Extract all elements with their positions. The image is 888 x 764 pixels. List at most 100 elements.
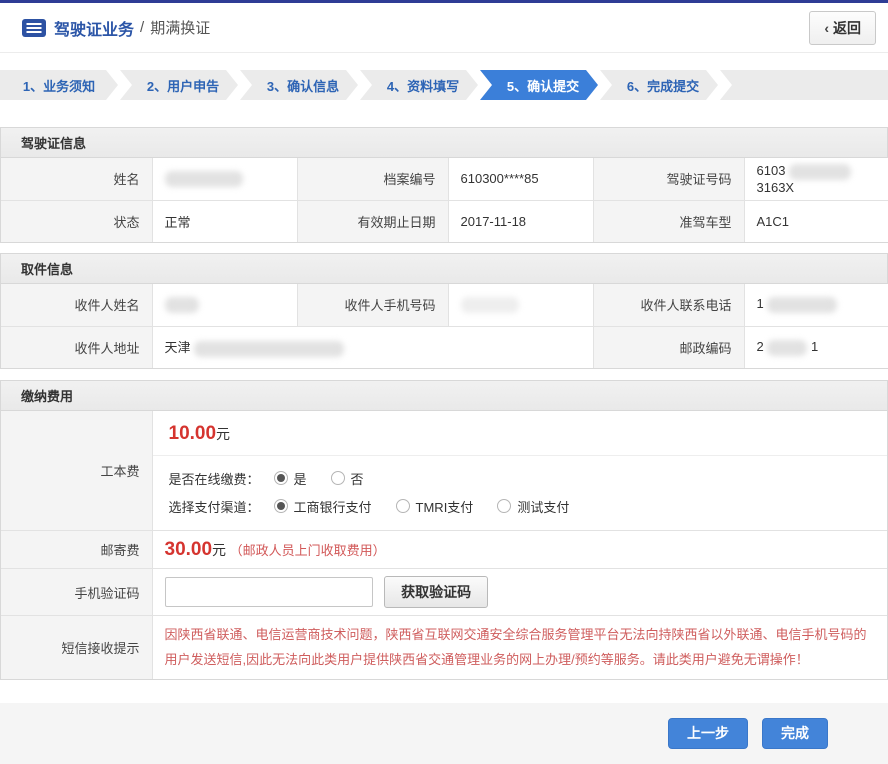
back-button-label: 返回: [833, 18, 861, 38]
license-no-prefix: 6103: [757, 163, 786, 178]
step-breadcrumb: 1、业务须知 2、用户申告 3、确认信息 4、资料填写 5、确认提交 6、完成提…: [0, 70, 888, 100]
masked-recipient-address: [194, 341, 344, 357]
radio-unchecked-icon[interactable]: [331, 471, 345, 485]
option-label: 测试支付: [517, 497, 569, 516]
previous-step-button[interactable]: 上一步: [668, 718, 748, 749]
payment-channel-option-icbc[interactable]: 工商银行支付: [274, 497, 372, 516]
step-4-fill-data[interactable]: 4、资料填写: [360, 70, 478, 100]
step-2-declaration[interactable]: 2、用户申告: [120, 70, 238, 100]
step-3-confirm-info[interactable]: 3、确认信息: [240, 70, 358, 100]
postage-fee-unit: 元: [212, 542, 226, 558]
production-fee-amount: 10.00: [169, 423, 217, 444]
postal-code-prefix: 2: [757, 339, 764, 354]
online-payment-option-yes[interactable]: 是: [274, 469, 307, 488]
vehicle-class-value: A1C1: [744, 200, 888, 242]
table-row: 手机验证码 获取验证码: [1, 569, 887, 616]
production-fee-cell: 10.00元 是否在线缴费： 是 否: [152, 411, 887, 531]
option-label: 是: [294, 469, 307, 488]
masked-recipient-phone: [767, 297, 837, 313]
name-value: [152, 158, 297, 200]
chevron-left-icon: ‹: [824, 20, 829, 36]
production-fee-unit: 元: [216, 426, 230, 442]
radio-checked-icon[interactable]: [274, 499, 288, 513]
recipient-phone-value: 1: [744, 284, 888, 326]
vehicle-class-label: 准驾车型: [593, 200, 744, 242]
file-no-value: 610300****85: [448, 158, 593, 200]
name-label: 姓名: [1, 158, 152, 200]
online-payment-question: 是否在线缴费：: [169, 469, 260, 488]
recipient-phone-prefix: 1: [757, 296, 764, 311]
step-6-complete[interactable]: 6、完成提交: [600, 70, 718, 100]
status-label: 状态: [1, 200, 152, 242]
license-no-suffix: 3163X: [757, 180, 795, 195]
page-header: 驾驶证业务 / 期满换证 ‹ 返回: [0, 3, 888, 53]
pickup-info-table: 收件人姓名 收件人手机号码 收件人联系电话 1 收件人地址 天津 邮政编码 2 …: [1, 284, 888, 368]
table-row: 邮寄费 30.00元 （邮政人员上门收取费用）: [1, 531, 887, 569]
production-fee-label: 工本费: [1, 411, 152, 531]
footer-bar: 上一步 完成: [0, 703, 888, 764]
license-info-section: 驾驶证信息 姓名 档案编号 610300****85 驾驶证号码 6103 31…: [0, 127, 888, 243]
recipient-address-prefix: 天津: [165, 340, 191, 355]
payment-channel-option-tmri[interactable]: TMRI支付: [396, 497, 474, 516]
postage-fee-note: （邮政人员上门收取费用）: [230, 543, 386, 558]
back-button[interactable]: ‹ 返回: [809, 11, 876, 45]
breadcrumb-subtitle: 期满换证: [150, 17, 210, 38]
breadcrumb-divider: /: [140, 19, 144, 36]
table-row: 收件人地址 天津 邮政编码 2 1: [1, 326, 888, 368]
page-title: 驾驶证业务: [54, 16, 134, 40]
recipient-phone-label: 收件人联系电话: [593, 284, 744, 326]
option-label: 工商银行支付: [294, 497, 372, 516]
sms-code-cell: 获取验证码: [152, 569, 887, 616]
fees-section: 缴纳费用 工本费 10.00元 是否在线缴费： 是: [0, 380, 888, 680]
recipient-address-value: 天津: [152, 326, 593, 368]
get-code-button[interactable]: 获取验证码: [384, 576, 488, 608]
option-label: TMRI支付: [416, 497, 474, 516]
finish-button[interactable]: 完成: [762, 718, 828, 749]
online-payment-row: 是否在线缴费： 是 否: [169, 464, 888, 492]
option-label: 否: [351, 469, 364, 488]
license-no-value: 6103 3163X: [744, 158, 888, 200]
license-info-table: 姓名 档案编号 610300****85 驾驶证号码 6103 3163X 状态…: [1, 158, 888, 242]
postal-code-label: 邮政编码: [593, 326, 744, 368]
step-5-confirm-submit[interactable]: 5、确认提交: [480, 70, 598, 100]
postage-fee-cell: 30.00元 （邮政人员上门收取费用）: [152, 531, 887, 569]
sms-notice-text: 因陕西省联通、电信运营商技术问题，陕西省互联网交通安全综合服务管理平台无法向持陕…: [165, 616, 888, 679]
sms-code-label: 手机验证码: [1, 569, 152, 616]
postage-fee-label: 邮寄费: [1, 531, 152, 569]
recipient-mobile-value: [448, 284, 593, 326]
postal-code-value: 2 1: [744, 326, 888, 368]
fees-section-title: 缴纳费用: [1, 381, 887, 411]
pickup-info-section: 取件信息 收件人姓名 收件人手机号码 收件人联系电话 1 收件人地址 天津 邮政…: [0, 253, 888, 369]
steps-filler: [720, 70, 888, 100]
sms-notice-cell: 因陕西省联通、电信运营商技术问题，陕西省互联网交通安全综合服务管理平台无法向持陕…: [152, 616, 887, 679]
license-no-label: 驾驶证号码: [593, 158, 744, 200]
payment-channel-question: 选择支付渠道：: [169, 497, 260, 516]
pickup-section-title: 取件信息: [1, 254, 887, 284]
status-value: 正常: [152, 200, 297, 242]
online-payment-option-no[interactable]: 否: [331, 469, 364, 488]
radio-unchecked-icon[interactable]: [497, 499, 511, 513]
sms-code-input[interactable]: [165, 577, 373, 607]
file-no-label: 档案编号: [297, 158, 448, 200]
postage-fee-amount: 30.00: [165, 539, 213, 560]
expiry-label: 有效期止日期: [297, 200, 448, 242]
recipient-name-value: [152, 284, 297, 326]
radio-unchecked-icon[interactable]: [396, 499, 410, 513]
table-row: 姓名 档案编号 610300****85 驾驶证号码 6103 3163X: [1, 158, 888, 200]
recipient-mobile-label: 收件人手机号码: [297, 284, 448, 326]
payment-channel-option-test[interactable]: 测试支付: [497, 497, 569, 516]
radio-checked-icon[interactable]: [274, 471, 288, 485]
recipient-name-label: 收件人姓名: [1, 284, 152, 326]
masked-name: [165, 171, 243, 187]
table-row: 收件人姓名 收件人手机号码 收件人联系电话 1: [1, 284, 888, 326]
step-1-notice[interactable]: 1、业务须知: [0, 70, 118, 100]
masked-postal-code: [767, 340, 807, 356]
payment-channel-row: 选择支付渠道： 工商银行支付 TMRI支付 测试支付: [169, 492, 888, 520]
license-section-title: 驾驶证信息: [1, 128, 887, 158]
expiry-value: 2017-11-18: [448, 200, 593, 242]
masked-license-no: [789, 164, 851, 180]
table-row: 工本费 10.00元 是否在线缴费： 是 否: [1, 411, 887, 531]
sms-notice-label: 短信接收提示: [1, 616, 152, 679]
masked-recipient-mobile: [461, 297, 519, 313]
list-icon: [22, 19, 46, 37]
